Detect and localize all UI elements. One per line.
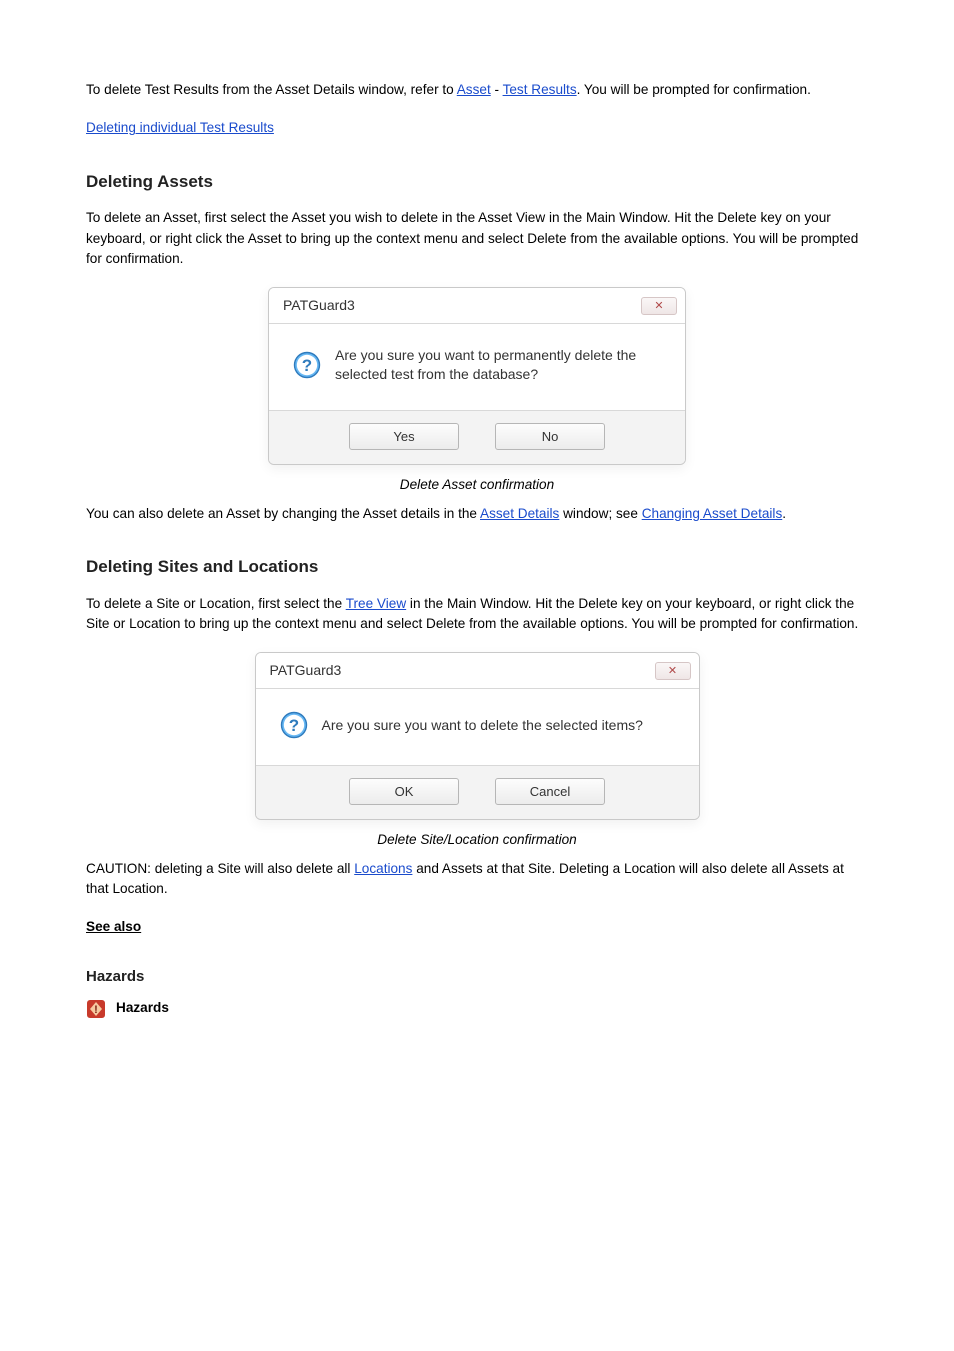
text-followup-3: . [782, 506, 786, 521]
no-button[interactable]: No [495, 423, 605, 450]
paragraph-anchor-deleting-results: Deleting individual Test Results [86, 118, 868, 138]
text-followup-1: You can also delete an Asset by changing… [86, 506, 480, 521]
dialog-titlebar: PATGuard3 ✕ [256, 653, 699, 689]
close-icon[interactable]: ✕ [655, 662, 691, 680]
yes-button[interactable]: Yes [349, 423, 459, 450]
ok-button[interactable]: OK [349, 778, 459, 805]
svg-text:?: ? [288, 716, 298, 735]
close-icon[interactable]: ✕ [641, 297, 677, 315]
dialog-message: Are you sure you want to delete the sele… [322, 716, 643, 735]
heading-deleting-sites: Deleting Sites and Locations [86, 554, 868, 580]
cancel-button[interactable]: Cancel [495, 778, 605, 805]
paragraph-deleting-assets-followup: You can also delete an Asset by changing… [86, 504, 868, 524]
caption-delete-asset: Delete Asset confirmation [86, 475, 868, 495]
heading-deleting-assets: Deleting Assets [86, 169, 868, 195]
link-changing-asset-details[interactable]: Changing Asset Details [642, 506, 783, 521]
link-asset-details[interactable]: Asset Details [480, 506, 559, 521]
paragraph-intro: To delete Test Results from the Asset De… [86, 80, 868, 100]
hazard-row: ! Hazards [86, 998, 868, 1018]
text-intro-between: - [491, 82, 503, 97]
hazard-label: Hazards [116, 998, 169, 1018]
text-deleting-sites-1: To delete a Site or Location, first sele… [86, 596, 346, 611]
link-locations[interactable]: Locations [354, 861, 412, 876]
text-intro-suffix: . You will be prompted for confirmation. [577, 82, 811, 97]
dialog-titlebar: PATGuard3 ✕ [269, 288, 685, 324]
dialog-delete-asset-confirm: PATGuard3 ✕ ? Are you sure you want to p… [268, 287, 686, 465]
link-asset[interactable]: Asset [457, 82, 491, 97]
question-icon: ? [293, 351, 321, 379]
link-tree-view[interactable]: Tree View [346, 596, 406, 611]
link-test-results[interactable]: Test Results [503, 82, 577, 97]
text-followup-2: window; see [559, 506, 641, 521]
see-also-text: See also [86, 919, 141, 934]
question-icon: ? [280, 711, 308, 739]
caption-delete-site: Delete Site/Location confirmation [86, 830, 868, 850]
hazard-icon: ! [86, 999, 106, 1019]
dialog-message: Are you sure you want to permanently del… [335, 346, 661, 384]
svg-text:?: ? [302, 356, 312, 375]
dialog-title-text: PATGuard3 [283, 297, 355, 313]
paragraph-caution: CAUTION: deleting a Site will also delet… [86, 859, 868, 900]
paragraph-deleting-sites: To delete a Site or Location, first sele… [86, 594, 868, 635]
dialog-title-text: PATGuard3 [270, 662, 342, 678]
text-intro-prefix: To delete Test Results from the Asset De… [86, 82, 457, 97]
svg-text:!: ! [94, 1004, 98, 1016]
see-also: See also [86, 917, 868, 937]
link-deleting-individual-results[interactable]: Deleting individual Test Results [86, 120, 274, 135]
dialog-delete-site-confirm: PATGuard3 ✕ ? Are you sure you want to d… [255, 652, 700, 820]
paragraph-deleting-assets: To delete an Asset, first select the Ass… [86, 208, 868, 269]
text-caution-prefix: CAUTION: deleting a Site will also delet… [86, 861, 354, 876]
heading-hazards: Hazards [86, 966, 868, 989]
